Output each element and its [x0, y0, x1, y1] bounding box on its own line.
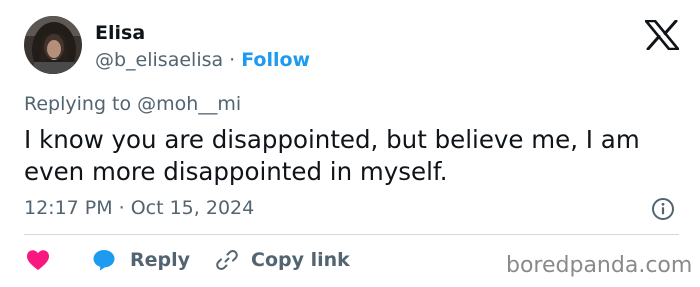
timestamp-separator: · [118, 197, 125, 219]
author-display-name[interactable]: Elisa [95, 21, 145, 45]
link-icon [215, 248, 239, 272]
tweet-timestamp[interactable]: 12:17 PM · Oct 15, 2024 [24, 196, 254, 220]
author-handle-row: @b_elisaelisa · Follow [95, 48, 310, 72]
divider [24, 234, 679, 235]
watermark: boredpanda.com [506, 253, 693, 278]
replying-to-mention[interactable]: @moh__mi [137, 93, 241, 115]
avatar-image [24, 16, 82, 74]
author-handle[interactable]: @b_elisaelisa [95, 49, 223, 71]
tweet-date: Oct 15, 2024 [130, 197, 255, 219]
info-icon[interactable] [651, 197, 675, 221]
reply-button[interactable]: Reply [92, 247, 190, 273]
replying-to: Replying to @moh__mi [24, 92, 241, 116]
like-button[interactable] [26, 247, 50, 273]
heart-icon [26, 249, 50, 271]
x-logo-icon[interactable] [644, 19, 680, 51]
copy-link-button[interactable]: Copy link [215, 247, 350, 273]
speech-bubble-icon [92, 248, 116, 272]
tweet-text: I know you are disappointed, but believe… [24, 125, 640, 186]
reply-label: Reply [130, 249, 191, 271]
replying-prefix: Replying to [24, 93, 132, 115]
avatar[interactable] [24, 16, 82, 74]
handle-separator: · [229, 49, 236, 71]
follow-button[interactable]: Follow [241, 49, 310, 71]
tweet-time: 12:17 PM [24, 197, 113, 219]
copy-link-label: Copy link [251, 249, 350, 271]
